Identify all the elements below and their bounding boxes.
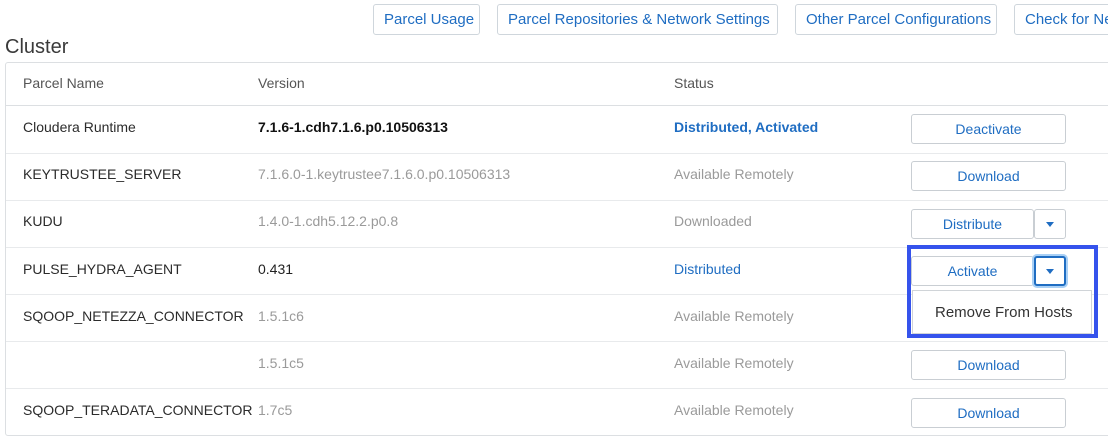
other-parcel-configurations-button[interactable]: Other Parcel Configurations bbox=[795, 4, 997, 35]
parcel-status: Downloaded bbox=[674, 213, 752, 229]
parcel-usage-button[interactable]: Parcel Usage bbox=[373, 4, 480, 35]
parcel-version: 7.1.6.0-1.keytrustee7.1.6.0.p0.10506313 bbox=[258, 166, 511, 182]
download-button[interactable]: Download bbox=[911, 161, 1066, 191]
distribute-button[interactable]: Distribute bbox=[911, 209, 1034, 239]
parcel-status: Available Remotely bbox=[674, 308, 794, 324]
parcel-repositories-network-settings-button[interactable]: Parcel Repositories & Network Settings bbox=[497, 4, 778, 35]
parcel-version: 1.4.0-1.cdh5.12.2.p0.8 bbox=[258, 213, 399, 229]
check-for-new-parcels-button[interactable]: Check for Ne bbox=[1014, 4, 1108, 35]
parcel-version: 7.1.6-1.cdh7.1.6.p0.10506313 bbox=[258, 119, 448, 135]
parcel-version: 1.5.1c5 bbox=[258, 355, 304, 371]
parcel-status: Available Remotely bbox=[674, 166, 794, 182]
parcel-version: 1.7c5 bbox=[258, 402, 293, 418]
column-header-version: Version bbox=[258, 75, 305, 91]
parcel-name: SQOOP_NETEZZA_CONNECTOR bbox=[23, 308, 244, 324]
row-divider bbox=[6, 153, 1108, 154]
column-header-status: Status bbox=[674, 75, 714, 91]
parcel-version: 0.431 bbox=[258, 261, 294, 277]
parcel-status: Available Remotely bbox=[674, 355, 794, 371]
parcel-status: Distributed bbox=[674, 261, 741, 277]
deactivate-button[interactable]: Deactivate bbox=[911, 114, 1066, 144]
parcel-name: KEYTRUSTEE_SERVER bbox=[23, 166, 182, 182]
parcel-name: Cloudera Runtime bbox=[23, 119, 136, 135]
header-divider bbox=[6, 105, 1108, 106]
download-button[interactable]: Download bbox=[911, 398, 1066, 428]
highlight-box bbox=[907, 245, 1098, 338]
row-divider bbox=[6, 388, 1108, 389]
row-divider bbox=[6, 341, 1108, 342]
cluster-heading: Cluster bbox=[5, 36, 69, 58]
parcel-status: Available Remotely bbox=[674, 402, 794, 418]
chevron-down-icon bbox=[1046, 222, 1054, 227]
download-button[interactable]: Download bbox=[911, 350, 1066, 380]
row-divider bbox=[6, 200, 1108, 201]
parcel-name: PULSE_HYDRA_AGENT bbox=[23, 261, 182, 277]
distribute-options-button[interactable] bbox=[1034, 209, 1066, 239]
parcel-status: Distributed, Activated bbox=[674, 119, 819, 135]
parcel-version: 1.5.1c6 bbox=[258, 308, 304, 324]
parcel-name: KUDU bbox=[23, 213, 63, 229]
parcel-name: SQOOP_TERADATA_CONNECTOR bbox=[23, 402, 253, 418]
column-header-parcel-name: Parcel Name bbox=[23, 75, 104, 91]
